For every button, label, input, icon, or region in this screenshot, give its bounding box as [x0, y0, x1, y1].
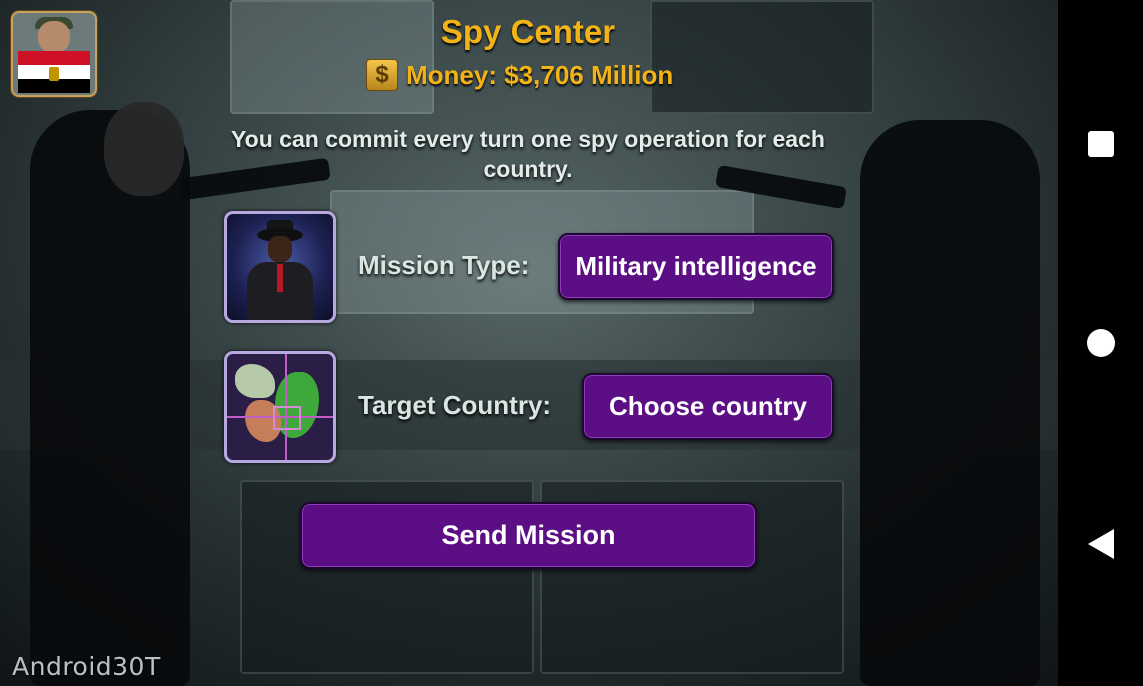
choose-country-button[interactable]: Choose country — [582, 373, 834, 440]
soldier-portrait-icon — [38, 21, 70, 53]
system-navigation-bar — [1058, 0, 1143, 686]
money-icon: $ — [366, 59, 398, 91]
player-avatar[interactable] — [11, 11, 97, 97]
target-country-label: Target Country: — [358, 390, 552, 420]
agent-right-silhouette — [860, 120, 1040, 686]
circle-icon[interactable] — [1086, 329, 1115, 357]
square-icon[interactable] — [1087, 131, 1114, 157]
spy-agent-icon — [224, 211, 336, 323]
mission-type-button[interactable]: Military intelligence — [558, 233, 834, 300]
money-display: $ Money: $3,706 Million — [366, 57, 673, 93]
info-text: You can commit every turn one spy operat… — [231, 126, 825, 182]
triangle-back-icon[interactable] — [1087, 529, 1114, 559]
money-text: Money: $3,706 Million — [406, 59, 674, 90]
game-screen: Spy Center $ Money: $3,706 Million You c… — [0, 0, 1058, 686]
page-title: Spy Center — [440, 13, 616, 50]
mission-type-label: Mission Type: — [358, 250, 530, 280]
agent-left-head — [104, 102, 184, 196]
egypt-flag-icon — [18, 51, 90, 93]
agent-left-silhouette — [30, 110, 190, 686]
target-map-icon — [224, 351, 336, 463]
send-mission-button[interactable]: Send Mission — [300, 502, 757, 569]
watermark: Android30T — [12, 652, 161, 681]
